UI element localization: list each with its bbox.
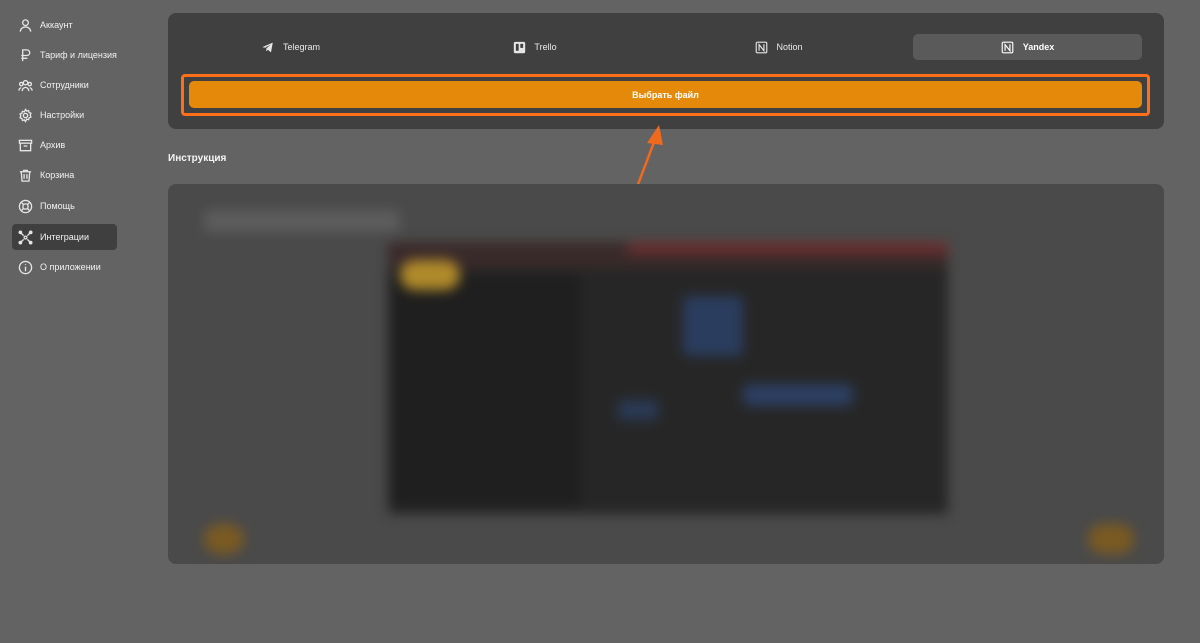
sidebar-item-label: Помощь <box>40 201 75 211</box>
sidebar-item-label: О приложении <box>40 262 101 272</box>
sidebar-item-help[interactable]: Помощь <box>12 193 117 219</box>
user-icon <box>17 17 33 33</box>
tab-label: Yandex <box>1022 42 1055 52</box>
sidebar-item-label: Корзина <box>40 170 75 180</box>
sidebar-item-label: Сотрудники <box>40 80 89 90</box>
tab-label: Telegram <box>282 42 320 52</box>
tab-label: Trello <box>534 42 557 52</box>
archive-icon <box>17 137 33 153</box>
trello-icon <box>512 40 526 54</box>
sidebar-item-label: Архив <box>40 140 66 150</box>
sidebar-item-tariff[interactable]: Тариф и лицензия <box>12 42 117 68</box>
sidebar-item-label: Тариф и лицензия <box>40 50 117 60</box>
notion-icon <box>1001 40 1015 54</box>
instruction-title: Инструкция <box>168 153 227 164</box>
sidebar-item-about[interactable]: О приложении <box>12 254 117 280</box>
sidebar-item-archive[interactable]: Архив <box>12 132 117 158</box>
sidebar: Аккаунт Тариф и лицензия Сотрудники Наст… <box>0 0 130 643</box>
tab-yandex[interactable]: Yandex <box>913 34 1142 60</box>
sidebar-item-settings[interactable]: Настройки <box>12 102 117 128</box>
integrations-icon <box>17 229 33 245</box>
lifebuoy-icon <box>17 198 33 214</box>
sidebar-item-label: Интеграции <box>40 232 89 242</box>
users-icon <box>17 77 33 93</box>
choose-file-button[interactable]: Выбрать файл <box>189 81 1142 108</box>
sidebar-item-label: Аккаунт <box>40 20 73 30</box>
sidebar-item-employees[interactable]: Сотрудники <box>12 72 117 98</box>
notion-icon <box>754 40 768 54</box>
ruble-icon <box>17 47 33 63</box>
tab-telegram[interactable]: Telegram <box>176 34 405 60</box>
sidebar-item-integrations[interactable]: Интеграции <box>12 224 117 250</box>
sidebar-item-account[interactable]: Аккаунт <box>12 12 117 38</box>
instruction-panel <box>168 184 1164 564</box>
trash-icon <box>17 167 33 183</box>
tab-notion[interactable]: Notion <box>664 34 893 60</box>
gear-icon <box>17 107 33 123</box>
tab-trello[interactable]: Trello <box>420 34 649 60</box>
integration-panel: Telegram Trello Notion Yandex Выбрать фа… <box>168 13 1164 129</box>
info-icon <box>17 259 33 275</box>
telegram-icon <box>261 40 275 54</box>
sidebar-item-trash[interactable]: Корзина <box>12 162 117 188</box>
instruction-preview-image <box>168 184 1164 564</box>
sidebar-item-label: Настройки <box>40 110 85 120</box>
tab-label: Notion <box>776 42 803 52</box>
